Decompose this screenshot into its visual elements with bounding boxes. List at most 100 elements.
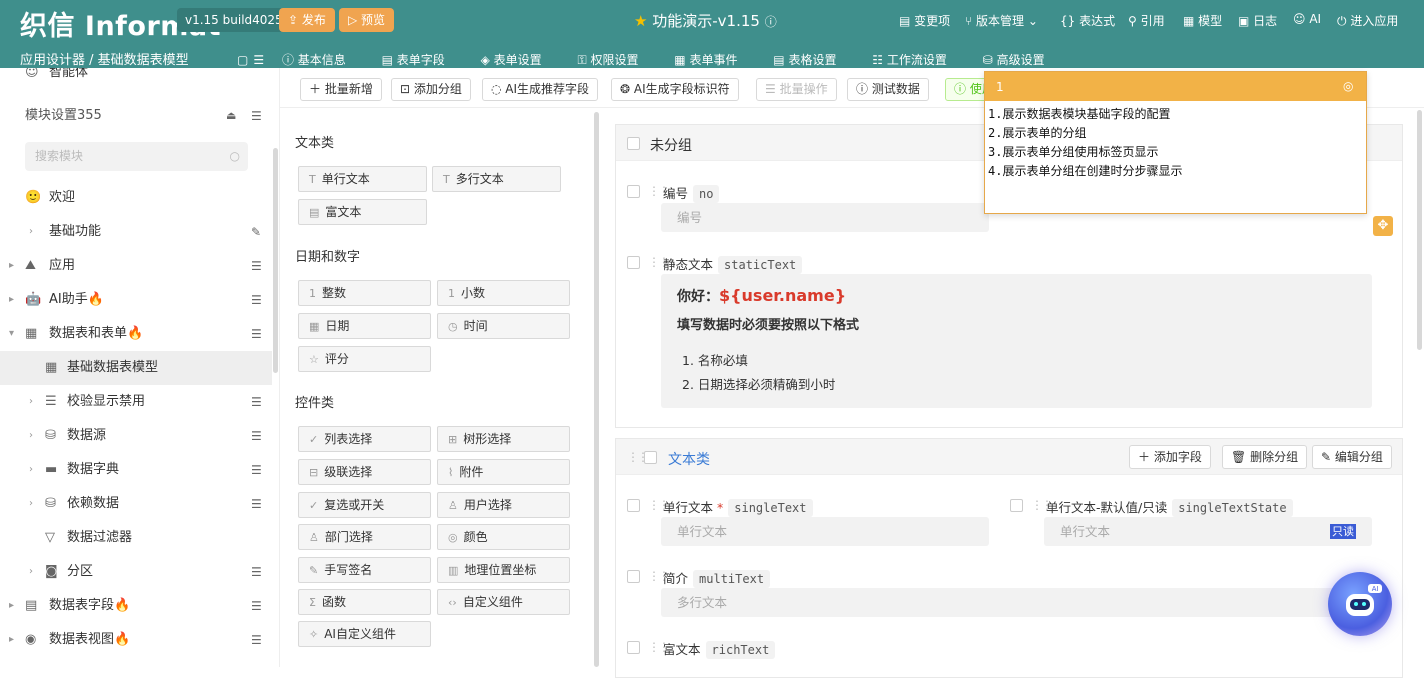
settings-menu-icon[interactable]: ☰ (251, 555, 262, 589)
sidebar-item-filter[interactable]: ▽ 数据过滤器 (0, 521, 272, 555)
field-time[interactable]: ◷ 时间 (437, 313, 570, 339)
field-list-select[interactable]: ✓ 列表选择 (298, 426, 431, 452)
tab-permissions[interactable]: ⚿ 权限设置 (578, 53, 655, 67)
batch-add-button[interactable]: ＋ 批量新增 (300, 78, 382, 101)
sidebar-item-tables[interactable]: ▾ ▦ 数据表和表单🔥 ☰ (0, 317, 272, 351)
field-geo[interactable]: ▥ 地理位置坐标 (437, 557, 570, 583)
group-checkbox[interactable] (627, 137, 640, 150)
note-header[interactable]: 1 ◎ 🗑 (985, 72, 1386, 101)
settings-menu-icon[interactable]: ☰ (251, 487, 262, 521)
palette-scrollbar[interactable] (594, 112, 599, 667)
tab-form-events[interactable]: ▦ 表单事件 (674, 53, 753, 67)
field-cascade-select[interactable]: ⊟ 级联选择 (298, 459, 431, 485)
tab-workflow[interactable]: ☷ 工作流设置 (872, 53, 963, 67)
settings-menu-icon[interactable]: ☰ (251, 589, 262, 623)
field-rating[interactable]: ☆ 评分 (298, 346, 431, 372)
menu-reference[interactable]: ⚲ 引用 (1128, 12, 1165, 29)
tab-table-settings[interactable]: ▤ 表格设置 (773, 53, 852, 67)
sticky-note[interactable]: 1 ◎ 🗑 1.展示数据表模块基础字段的配置 2.展示表单的分组 3.展示表单分… (984, 71, 1393, 236)
edit-icon[interactable]: ✎ (251, 215, 261, 249)
menu-changes[interactable]: ▤ 变更项 (899, 12, 950, 29)
note-body[interactable]: 1.展示数据表模块基础字段的配置 2.展示表单的分组 3.展示表单分组使用标签页… (985, 101, 1366, 185)
publish-button[interactable]: ⇪ 发布 (279, 8, 335, 32)
sort-icon[interactable]: ☰ (251, 99, 262, 133)
menu-ai[interactable]: ☺ AI (1293, 12, 1321, 26)
menu-version[interactable]: ⑂ 版本管理 ⌄ (965, 12, 1038, 29)
menu-enter-app[interactable]: ⏻ 进入应用 (1337, 12, 1398, 29)
tab-advanced[interactable]: ⛁ 高级设置 (983, 53, 1061, 67)
menu-expression[interactable]: {} 表达式 (1060, 12, 1115, 29)
move-icon[interactable]: ✥ (1373, 216, 1393, 236)
edit-group-button[interactable]: ✎ 编辑分组 (1312, 445, 1392, 469)
settings-menu-icon[interactable]: ☰ (251, 249, 262, 283)
sidebar-item-app[interactable]: ▸ ⛰ 应用 ☰ (0, 249, 272, 283)
group-checkbox[interactable] (644, 451, 657, 464)
field-input-single-text[interactable]: 单行文本 (661, 517, 989, 546)
field-checkbox-switch[interactable]: ✓ 复选或开关 (298, 492, 431, 518)
add-group-button[interactable]: ⊡ 添加分组 (391, 78, 471, 101)
tab-form-settings[interactable]: ◈ 表单设置 (481, 53, 558, 67)
field-checkbox[interactable] (627, 641, 640, 654)
delete-group-button[interactable]: 🗑 删除分组 (1222, 445, 1308, 469)
field-checkbox[interactable] (627, 570, 640, 583)
settings-menu-icon[interactable]: ☰ (251, 623, 262, 657)
field-date[interactable]: ▦ 日期 (298, 313, 431, 339)
use-button[interactable]: ⓘ 使用 (945, 78, 994, 101)
add-field-button[interactable]: ＋ 添加字段 (1129, 445, 1211, 469)
menu-model[interactable]: ▦ 模型 (1183, 12, 1222, 29)
field-function[interactable]: Σ 函数 (298, 589, 431, 615)
settings-menu-icon[interactable]: ☰ (251, 419, 262, 453)
sidebar-scrollbar[interactable] (273, 148, 278, 373)
field-decimal[interactable]: 1 小数 (437, 280, 570, 306)
note-icon[interactable]: ▢ (237, 53, 248, 67)
sidebar-item-basic-model[interactable]: ▦ 基础数据表模型 (0, 351, 272, 385)
field-input-single-text-state[interactable]: 单行文本 只读 (1044, 517, 1372, 546)
sidebar-item-partition[interactable]: › ◙ 分区 ☰ (0, 555, 272, 589)
field-input-no[interactable]: 编号 (661, 203, 989, 232)
sidebar-item-dictionary[interactable]: › ▬ 数据字典 ☰ (0, 453, 272, 487)
field-rich-text[interactable]: ▤ 富文本 (298, 199, 427, 225)
field-checkbox[interactable] (627, 185, 640, 198)
sidebar-item-basic[interactable]: › 基础功能 ✎ (0, 215, 272, 249)
palette-icon[interactable]: ◎ (1343, 79, 1353, 93)
field-integer[interactable]: 1 整数 (298, 280, 431, 306)
list-icon[interactable]: ☰ (253, 53, 264, 67)
tab-basic-info[interactable]: ⓘ 基本信息 (282, 53, 362, 67)
field-dept-select[interactable]: ♙ 部门选择 (298, 524, 431, 550)
sidebar-item-depend[interactable]: › ⛁ 依赖数据 ☰ (0, 487, 272, 521)
sidebar-item-ai[interactable]: ▸ 🤖 AI助手🔥 ☰ (0, 283, 272, 317)
ai-identifier-button[interactable]: ❂ AI生成字段标识符 (611, 78, 739, 101)
field-tree-select[interactable]: ⊞ 树形选择 (437, 426, 570, 452)
sidebar-item-validation[interactable]: › ☰ 校验显示禁用 ☰ (0, 385, 272, 419)
canvas-scrollbar[interactable] (1417, 110, 1422, 350)
field-ai-component[interactable]: ✧ AI自定义组件 (298, 621, 431, 647)
delete-icon[interactable]: 🗑 (1371, 79, 1386, 93)
module-search-input[interactable]: 搜索模块 ○ (25, 142, 248, 171)
field-checkbox[interactable] (627, 256, 640, 269)
field-user-select[interactable]: ♙ 用户选择 (437, 492, 570, 518)
settings-menu-icon[interactable]: ☰ (251, 283, 262, 317)
settings-menu-icon[interactable]: ☰ (251, 317, 262, 351)
preview-button[interactable]: ▷ 预览 (339, 8, 395, 32)
tab-form-fields[interactable]: ▤ 表单字段 (382, 53, 461, 67)
ai-assistant-button[interactable]: AI (1328, 572, 1392, 636)
field-color[interactable]: ◎ 颜色 (437, 524, 570, 550)
group-title[interactable]: 文本类 (668, 449, 710, 469)
sidebar-item-datasource[interactable]: › ⛁ 数据源 ☰ (0, 419, 272, 453)
sidebar-item-table-fields[interactable]: ▸ ▤ 数据表字段🔥 ☰ (0, 589, 272, 623)
help-icon[interactable]: ⓘ (765, 15, 777, 29)
ai-recommend-button[interactable]: ◌ AI生成推荐字段 (482, 78, 599, 101)
sidebar-item-table-views[interactable]: ▸ ◉ 数据表视图🔥 ☰ (0, 623, 272, 657)
field-signature[interactable]: ✎ 手写签名 (298, 557, 431, 583)
field-checkbox[interactable] (627, 499, 640, 512)
test-data-button[interactable]: ⓘ 测试数据 (847, 78, 929, 101)
settings-menu-icon[interactable]: ☰ (251, 453, 262, 487)
field-custom-component[interactable]: ‹› 自定义组件 (437, 589, 570, 615)
sidebar-item-agent[interactable]: ☺ 智能体 (0, 68, 272, 90)
batch-ops-button[interactable]: ☰ 批量操作 (756, 78, 837, 101)
field-multi-text[interactable]: T 多行文本 (432, 166, 561, 192)
sidebar-item-welcome[interactable]: 🙂 欢迎 (0, 181, 272, 215)
field-checkbox[interactable] (1010, 499, 1023, 512)
menu-log[interactable]: ▣ 日志 (1238, 12, 1277, 29)
field-single-text[interactable]: T 单行文本 (298, 166, 427, 192)
